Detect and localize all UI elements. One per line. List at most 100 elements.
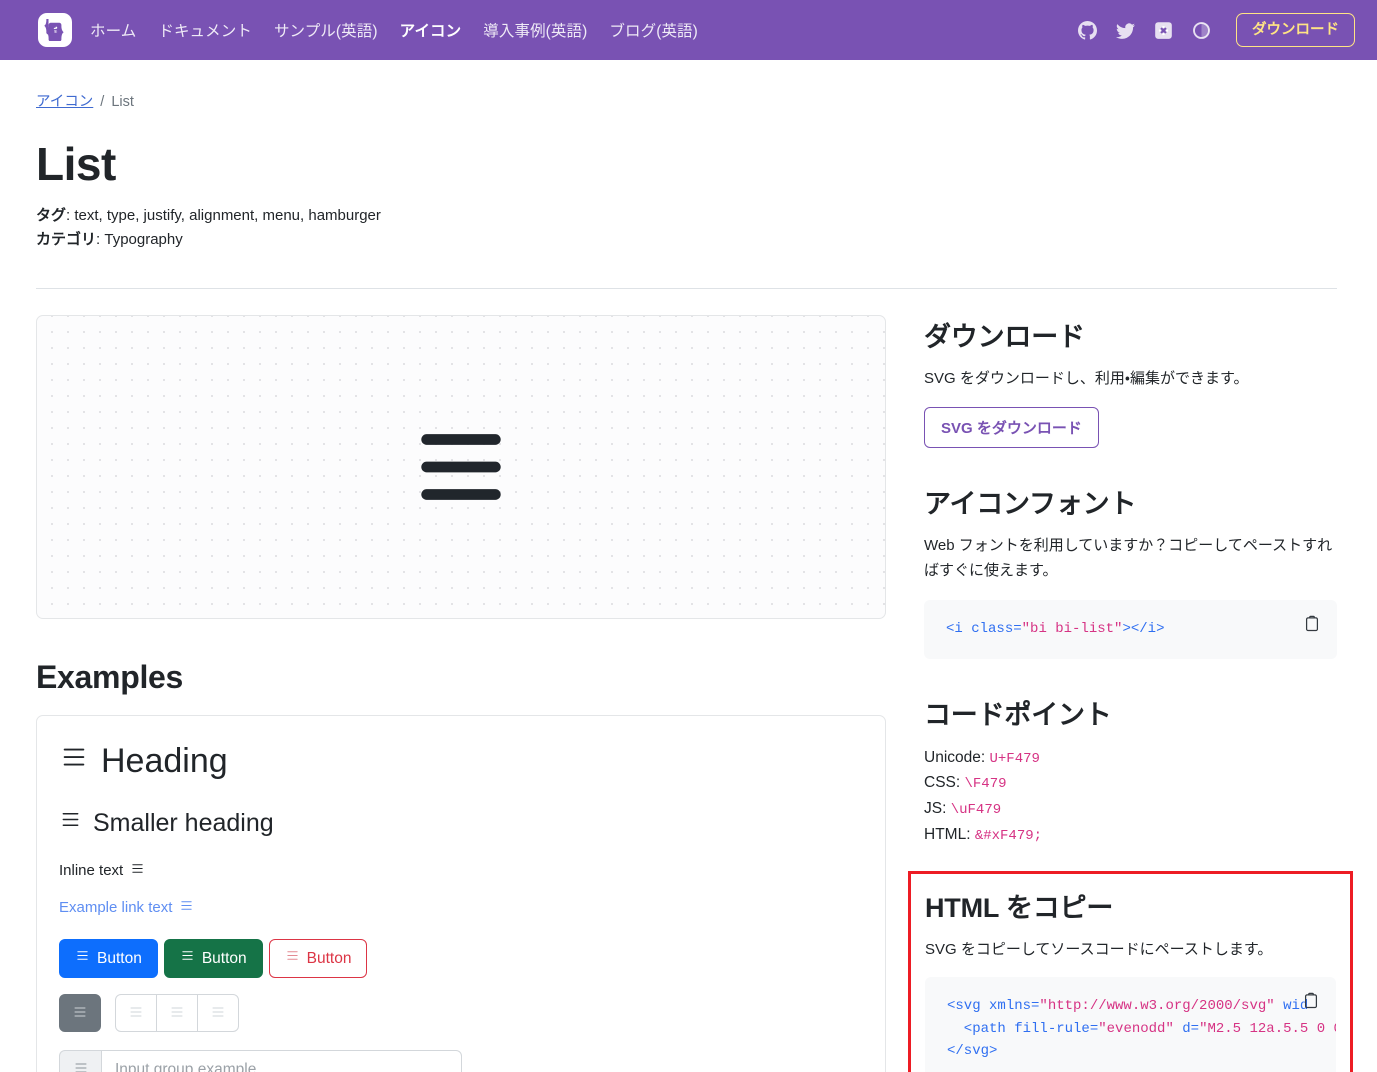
left-column: Examples Heading Smaller heading Inline … — [36, 314, 886, 1072]
list-icon — [72, 1004, 88, 1023]
codepoint-label-unicode: Unicode: — [924, 748, 986, 766]
codepoint-value-unicode: U+F479 — [989, 750, 1040, 767]
download-heading: ダウンロード — [924, 321, 1085, 352]
tags-row: タグ: text, type, justify, alignment, menu… — [36, 206, 381, 224]
list-icon — [210, 1004, 226, 1023]
copyhtml-line3: </svg> — [947, 1043, 998, 1060]
iconfont-code-value: "bi bi-list" — [1021, 620, 1123, 637]
example-icon-button-row — [59, 994, 863, 1033]
download-svg-button[interactable]: SVG をダウンロード — [924, 407, 1099, 449]
right-column: ダウンロード SVG をダウンロードし、利用・編集ができます。 SVG をダウン… — [908, 315, 1353, 1072]
input-group-addon — [59, 1050, 101, 1072]
copyhtml-line2-dattr: d= — [1173, 1020, 1200, 1037]
iconfont-code-close: ></i> — [1122, 620, 1165, 637]
download-description: SVG をダウンロードし、利用・編集ができます。 — [924, 369, 1249, 387]
example-success-button-label: Button — [201, 949, 247, 967]
svg-text:B: B — [53, 27, 59, 37]
category-value: Typography — [104, 230, 183, 248]
copyhtml-line1-attr: xmlns= — [980, 997, 1040, 1014]
tags-label: タグ — [36, 206, 67, 224]
example-outline-danger-button[interactable]: Button — [268, 939, 368, 979]
clipboard-icon[interactable] — [1303, 614, 1323, 634]
twitter-icon[interactable] — [1114, 19, 1136, 41]
tags-value: text, type, justify, alignment, menu, ha… — [74, 206, 381, 224]
example-primary-button-label: Button — [97, 949, 142, 967]
copy-html-highlight-box: HTML をコピー SVG をコピーしてソースコードにペーストします。 <svg… — [908, 871, 1353, 1072]
example-inline-text: Inline text — [59, 861, 863, 880]
color-mode-icon[interactable] — [1190, 19, 1212, 41]
list-icon — [73, 1060, 89, 1072]
iconfont-code-tag: i — [954, 620, 972, 637]
copyhtml-code-block: <svg xmlns="http://www.w3.org/2000/svg" … — [925, 976, 1336, 1072]
breadcrumb-current: List — [111, 94, 134, 110]
copyhtml-line2-dvalue: "M2.5 12a.5.5 0 0 — [1199, 1020, 1336, 1037]
codepoint-label-css: CSS: — [924, 774, 961, 792]
example-heading-1: Heading — [59, 740, 863, 783]
github-icon[interactable] — [1076, 19, 1098, 41]
breadcrumb: アイコン / List — [36, 60, 1341, 111]
list-icon — [406, 412, 516, 522]
top-navbar: B ホーム ドキュメント サンプル(英語) アイコン 導入事例(英語) ブログ(… — [0, 0, 1377, 60]
iconfont-code-attr: class= — [971, 620, 1022, 637]
copyhtml-line2-tag: <path — [947, 1020, 1006, 1037]
codepoint-value-html: &#xF479; — [974, 827, 1043, 844]
iconfont-code-block: <i class="bi bi-list"></i> — [924, 599, 1337, 659]
codepoint-row-html: HTML: &#xF479; — [924, 822, 1337, 848]
clipboard-icon[interactable] — [1302, 991, 1322, 1011]
list-icon — [128, 1004, 144, 1023]
list-icon — [285, 948, 300, 969]
breadcrumb-parent-link[interactable]: アイコン — [36, 94, 93, 110]
list-icon — [179, 898, 194, 917]
navbar-links: ホーム ドキュメント サンプル(英語) アイコン 導入事例(英語) ブログ(英語… — [90, 19, 698, 41]
example-success-button[interactable]: Button — [163, 939, 263, 979]
download-button[interactable]: ダウンロード — [1236, 12, 1355, 48]
category-row: カテゴリ: Typography — [36, 230, 183, 248]
nav-link-home[interactable]: ホーム — [90, 19, 136, 41]
list-icon — [59, 740, 89, 783]
example-input-field[interactable] — [101, 1050, 462, 1072]
nav-link-blog[interactable]: ブログ(英語) — [609, 19, 698, 41]
example-group-button-2[interactable] — [156, 994, 198, 1033]
breadcrumb-separator: / — [100, 94, 105, 110]
navbar-right-group: ダウンロード — [1076, 12, 1355, 48]
example-heading-3-text: Smaller heading — [93, 809, 274, 838]
list-icon — [130, 861, 145, 880]
list-icon — [59, 808, 82, 839]
examples-heading: Examples — [36, 658, 184, 695]
slack-icon[interactable] — [1152, 19, 1174, 41]
codepoint-heading: コードポイント — [924, 699, 1112, 730]
nav-link-examples[interactable]: サンプル(英語) — [274, 19, 378, 41]
example-button-group — [115, 994, 239, 1033]
bootstrap-brand-logo[interactable]: B — [38, 13, 72, 47]
list-icon — [75, 948, 90, 969]
example-link-label: Example link text — [59, 899, 173, 917]
nav-link-icons[interactable]: アイコン — [400, 19, 462, 41]
example-link[interactable]: Example link text — [59, 898, 863, 917]
category-label: カテゴリ — [36, 230, 97, 248]
nav-link-showcase[interactable]: 導入事例(英語) — [483, 19, 587, 41]
copyhtml-line2-attr: fill-rule= — [1005, 1020, 1099, 1037]
codepoint-label-js: JS: — [924, 799, 947, 817]
icon-preview-canvas — [36, 314, 886, 619]
codepoint-label-html: HTML: — [924, 825, 971, 843]
copyhtml-line2-value: "evenodd" — [1098, 1020, 1174, 1037]
list-icon — [180, 948, 195, 969]
example-primary-button[interactable]: Button — [59, 939, 158, 979]
iconfont-description: Web フォントを利用していますか？コピーしてペーストすればすぐに使えます。 — [924, 537, 1333, 580]
copyhtml-line1-value: "http://www.w3.org/2000/svg" — [1039, 997, 1275, 1014]
nav-link-docs[interactable]: ドキュメント — [158, 19, 252, 41]
example-group-button-1[interactable] — [115, 994, 157, 1033]
codepoint-value-js: \uF479 — [950, 801, 1002, 818]
codepoint-row-js: JS: \uF479 — [924, 796, 1337, 822]
example-input-group — [59, 1050, 462, 1072]
codepoint-value-css: \F479 — [964, 776, 1007, 793]
examples-card: Heading Smaller heading Inline text Exam… — [36, 714, 886, 1072]
bootstrap-b-icon: B — [44, 19, 66, 41]
example-secondary-icon-button[interactable] — [59, 994, 101, 1033]
main-content: Examples Heading Smaller heading Inline … — [36, 289, 1353, 1072]
iconfont-heading: アイコンフォント — [924, 489, 1137, 520]
copyhtml-line1-tag: <svg — [947, 997, 981, 1014]
example-button-row: Button Button Button — [59, 939, 863, 979]
list-icon — [169, 1004, 185, 1023]
example-group-button-3[interactable] — [197, 994, 239, 1033]
